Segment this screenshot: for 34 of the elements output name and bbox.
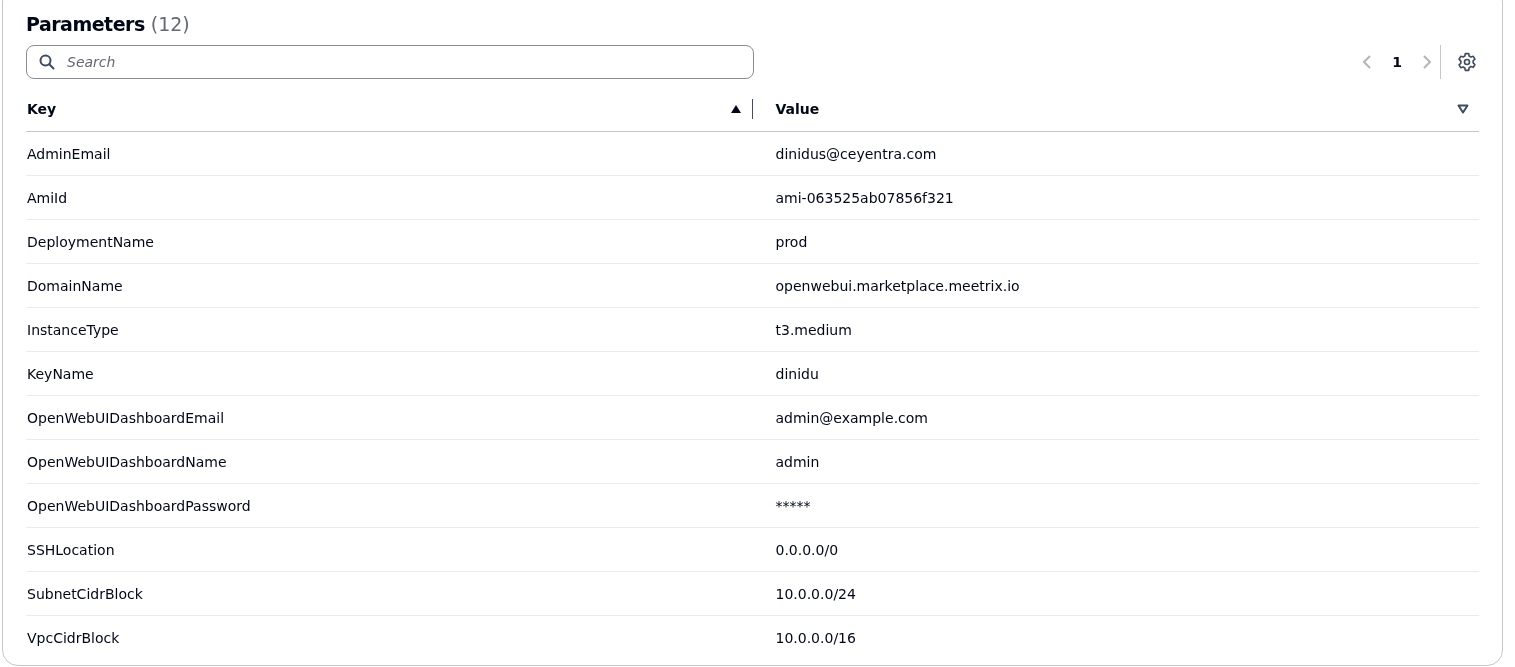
parameter-value: dinidus@ceyentra.com xyxy=(775,145,937,162)
parameter-value: openwebui.marketplace.meetrix.io xyxy=(775,277,1020,294)
parameter-value: dinidu xyxy=(775,365,819,382)
parameter-key: VpcCidrBlock xyxy=(27,629,120,646)
parameter-value: 10.0.0.0/16 xyxy=(775,629,856,646)
parameter-key: DeploymentName xyxy=(27,233,154,250)
parameter-value: ami-063525ab07856f321 xyxy=(775,189,954,206)
search-field[interactable]: Search xyxy=(26,45,754,79)
parameter-key: OpenWebUIDashboardName xyxy=(27,453,227,470)
parameter-key: DomainName xyxy=(27,277,123,294)
parameter-key: AdminEmail xyxy=(27,145,111,162)
panel-title: Parameters xyxy=(26,13,145,35)
parameter-key: KeyName xyxy=(27,365,94,382)
parameter-value: admin xyxy=(775,453,820,470)
parameter-value: 0.0.0.0/0 xyxy=(775,541,839,558)
parameter-value: prod xyxy=(775,233,808,250)
settings-icon[interactable] xyxy=(1455,50,1479,74)
sort-ascending-icon[interactable] xyxy=(729,104,742,114)
column-header[interactable]: Key xyxy=(27,101,720,117)
sort-icon[interactable] xyxy=(1457,104,1469,114)
column-header[interactable]: Value xyxy=(775,101,1447,117)
parameter-key: OpenWebUIDashboardEmail xyxy=(27,409,225,426)
parameter-value: admin@example.com xyxy=(775,409,928,426)
parameter-value: ***** xyxy=(775,497,811,514)
parameter-key: OpenWebUIDashboardPassword xyxy=(27,497,251,514)
parameter-value: t3.medium xyxy=(775,321,852,338)
parameter-count: (12) xyxy=(150,13,190,35)
parameter-key: SSHLocation xyxy=(27,541,115,558)
parameter-value: 10.0.0.0/24 xyxy=(775,585,856,602)
search-icon xyxy=(39,54,55,70)
parameter-key: InstanceType xyxy=(27,321,119,338)
parameter-key: AmiId xyxy=(27,189,68,206)
parameter-key: SubnetCidrBlock xyxy=(27,585,143,602)
page-number[interactable]: 1 xyxy=(1386,52,1408,72)
